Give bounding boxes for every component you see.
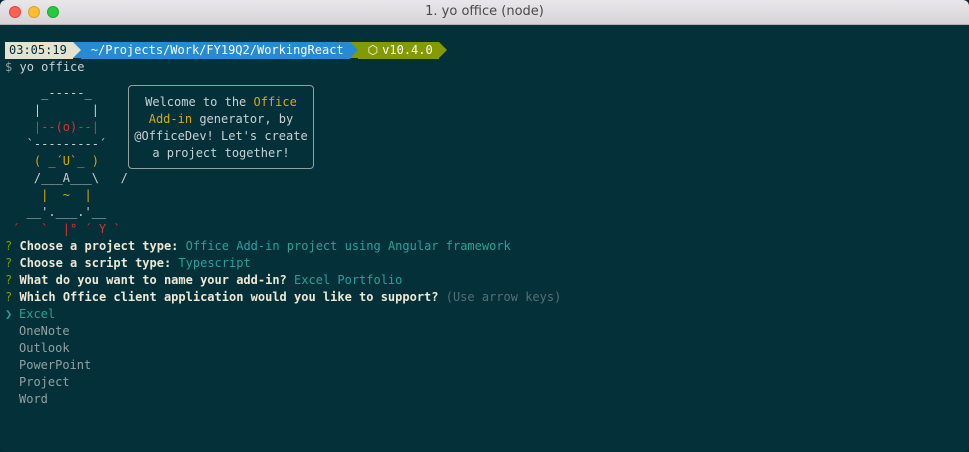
- prompt-node-version: ⬡ v10.4.0: [357, 42, 439, 59]
- question-mark-icon: ?: [5, 290, 13, 304]
- option-powerpoint[interactable]: PowerPoint: [5, 357, 964, 374]
- question-answer: Typescript: [178, 256, 251, 270]
- prompt-symbol: $: [5, 60, 13, 74]
- question-line: ? Which Office client application would …: [5, 289, 964, 306]
- typed-command: yo office: [19, 60, 85, 74]
- question-hint: (Use arrow keys): [445, 290, 562, 304]
- title-bar: 1. yo office (node): [0, 0, 969, 25]
- yeoman-art-line: ´ ` |° ´ Y `: [5, 222, 128, 236]
- yeoman-art-line: _-----_: [5, 86, 128, 100]
- terminal-window: 1. yo office (node) 03:05:19 ~/Projects/…: [0, 0, 969, 452]
- yeoman-art-line: `---------´: [5, 137, 128, 151]
- bubble-line: @OfficeDev! Let's create: [134, 129, 308, 143]
- option-word[interactable]: Word: [5, 391, 964, 408]
- prompt-separator-icon: [438, 42, 447, 58]
- yeoman-art-line: | ~ |: [5, 188, 128, 202]
- welcome-speech-bubble: Welcome to the Office Add-in generator, …: [128, 85, 314, 169]
- question-answer: Office Add-in project using Angular fram…: [185, 239, 511, 253]
- bubble-line: Add-in generator, by: [148, 112, 294, 126]
- question-line: ? What do you want to name your add-in? …: [5, 272, 964, 289]
- terminal-content[interactable]: 03:05:19 ~/Projects/Work/FY19Q2/WorkingR…: [5, 42, 964, 408]
- command-line: $ yo office: [5, 59, 964, 76]
- yeoman-banner: _-----_ | | |--(o)--| `---------´ ( _´U`…: [5, 76, 964, 238]
- bubble-line: a project together!: [152, 146, 290, 160]
- yeoman-art-line: |--(o)--|: [5, 120, 128, 134]
- prompt-separator-icon: [72, 42, 81, 58]
- prompt-time: 03:05:19: [5, 42, 73, 59]
- question-text: Which Office client application would yo…: [19, 290, 439, 304]
- question-line: ? Choose a script type: Typescript: [5, 255, 964, 272]
- question-mark-icon: ?: [5, 273, 13, 287]
- question-mark-icon: ?: [5, 239, 13, 253]
- bubble-line: Welcome to the Office: [145, 95, 297, 109]
- question-text: Choose a script type:: [19, 256, 172, 270]
- question-text: What do you want to name your add-in?: [19, 273, 287, 287]
- prompt-separator-icon: [349, 42, 358, 58]
- yeoman-art-line: /___A___\ /: [5, 171, 128, 185]
- pointer-icon: ❯: [5, 307, 13, 321]
- question-line: ? Choose a project type: Office Add-in p…: [5, 238, 964, 255]
- yeoman-art-line: ( _´U`_ ): [5, 154, 128, 168]
- option-onenote[interactable]: OneNote: [5, 323, 964, 340]
- question-answer: Excel Portfolio: [294, 273, 403, 287]
- option-outlook[interactable]: Outlook: [5, 340, 964, 357]
- question-mark-icon: ?: [5, 256, 13, 270]
- option-project[interactable]: Project: [5, 374, 964, 391]
- option-excel[interactable]: ❯ Excel: [5, 306, 964, 323]
- nodejs-icon: ⬡: [367, 43, 379, 57]
- yeoman-art-line: | |: [5, 103, 128, 117]
- question-text: Choose a project type:: [19, 239, 179, 253]
- prompt-path: ~/Projects/Work/FY19Q2/WorkingReact: [80, 42, 350, 59]
- shell-prompt: 03:05:19 ~/Projects/Work/FY19Q2/WorkingR…: [5, 42, 964, 59]
- window-title: 1. yo office (node): [425, 4, 544, 19]
- yeoman-art-line: __'.___.'__: [5, 205, 128, 219]
- node-version-text: v10.4.0: [382, 43, 433, 57]
